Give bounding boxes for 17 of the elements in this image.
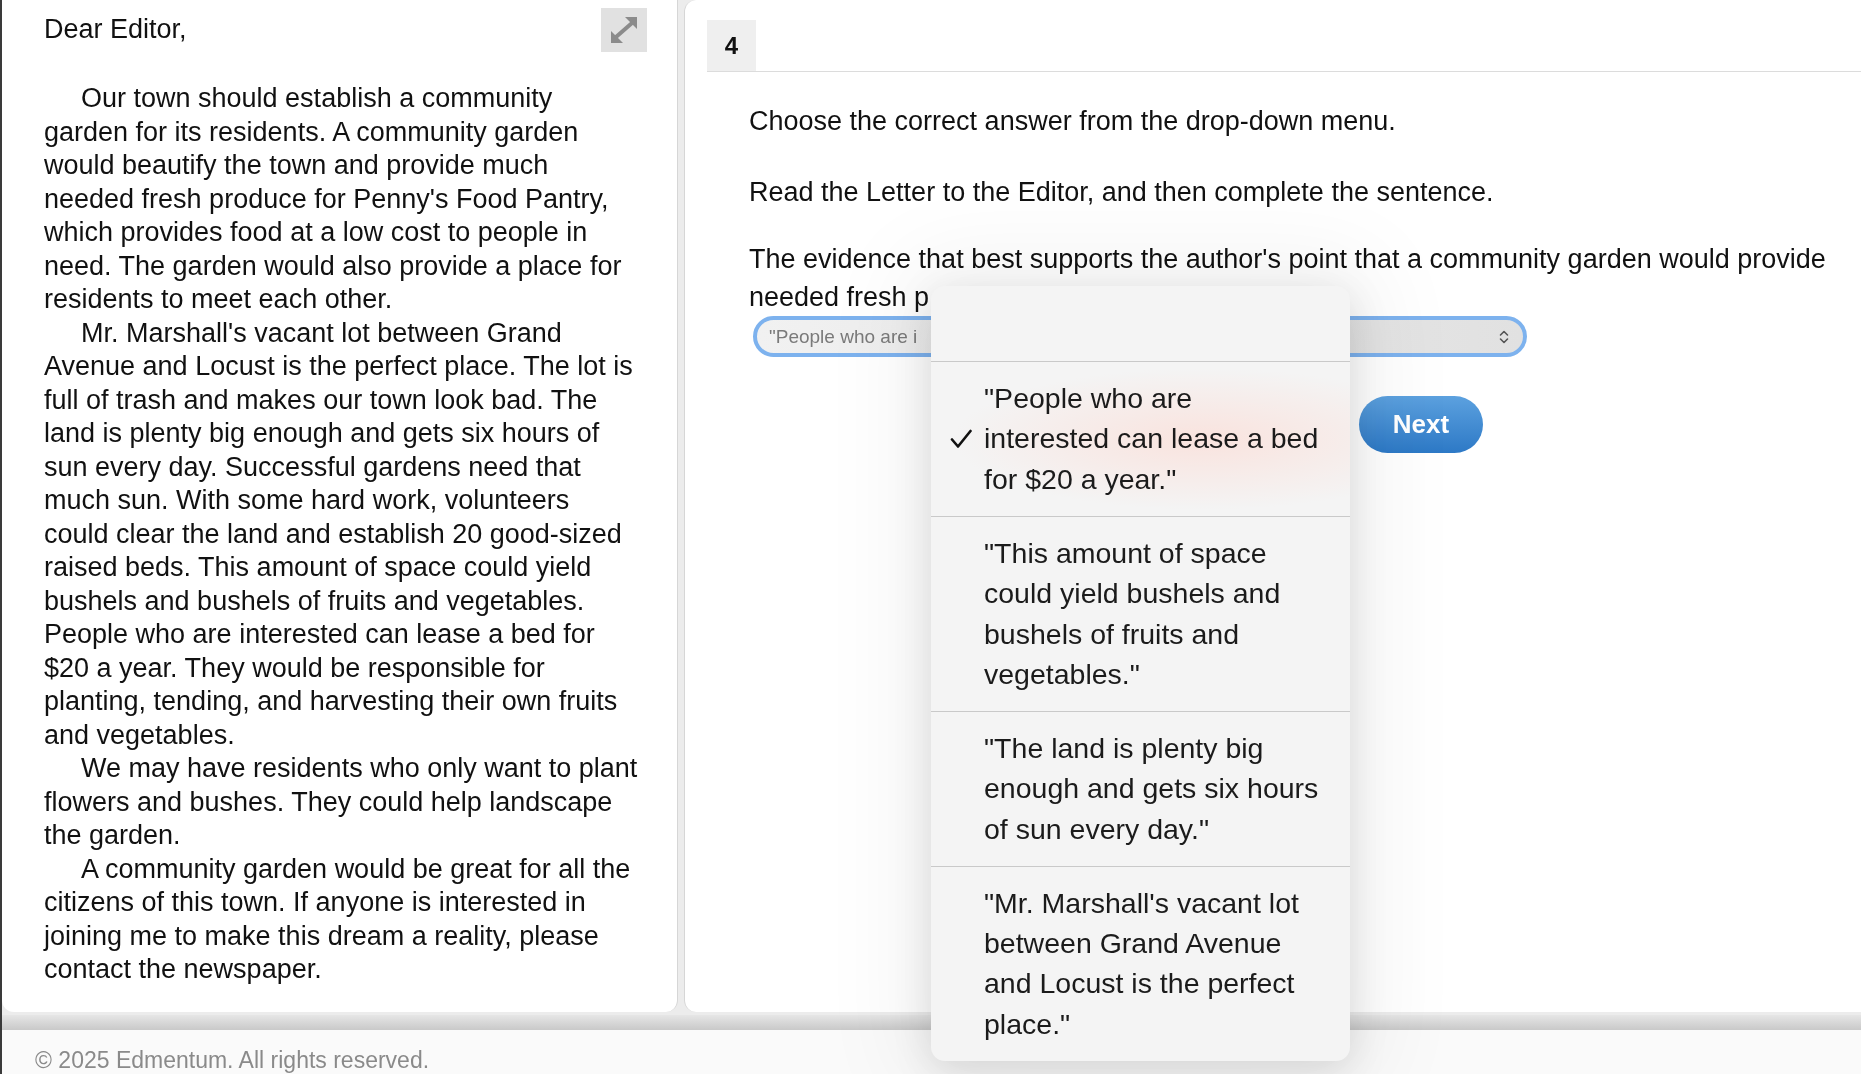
expand-icon[interactable] xyxy=(601,8,647,52)
letter-salutation: Dear Editor, xyxy=(44,13,187,47)
question-prompt: The evidence that best supports the author's point that a community garden would provide needed fresh p xyxy=(749,243,1827,314)
question-number: 4 xyxy=(707,20,756,71)
letter-paragraph: Mr. Marshall's vacant lot between Grand Avenue and Locust is the perfect place. The lot is full of trash and makes our town look bad. The land is plenty big enough and gets six hours of sun every day. Successful gardens need that much sun. With some hard work, volunteers could clear the land and establish 20 good-sized raised beds. This amount of space could yield bushels and bushels of fruits and vegetables. People who are interested can lease a bed for $20 a year. They would be responsible for planting, tending, and harvesting their own fruits and vegetables. xyxy=(44,316,634,752)
dropdown-option[interactable]: "This amount of space could yield bushels and bushels of fruits and vegetables." xyxy=(931,515,1350,711)
dropdown-option[interactable]: "The land is plenty big enough and gets six hours of sun every day." xyxy=(931,710,1350,866)
copyright-text: © 2025 Edmentum. All rights reserved. xyxy=(35,1047,431,1073)
dropdown-value: "People who are i xyxy=(769,324,918,349)
instruction-text: Read the Letter to the Editor, and then complete the sentence. xyxy=(749,176,1495,209)
letter-paragraph: Our town should establish a community garden for its residents. A community garden would beautify the town and provide much needed fresh produce for Penny's Food Pantry, which provides food at a low cost to people in need. The garden would also provide a place for residents to meet each other. xyxy=(44,82,623,316)
instruction-text: Choose the correct answer from the drop-down menu. xyxy=(749,105,1397,138)
letter-paragraph: A community garden would be great for all the citizens of this town. If anyone is interested in joining me to make this dream a reality, please contact the newspaper. xyxy=(44,852,632,986)
check-icon xyxy=(950,428,972,449)
letter-paragraph: We may have residents who only want to plant flowers and bushes. They could help landscape the garden. xyxy=(44,752,639,852)
next-button[interactable]: Next xyxy=(1359,396,1483,453)
up-down-chevron-icon xyxy=(1499,328,1509,345)
